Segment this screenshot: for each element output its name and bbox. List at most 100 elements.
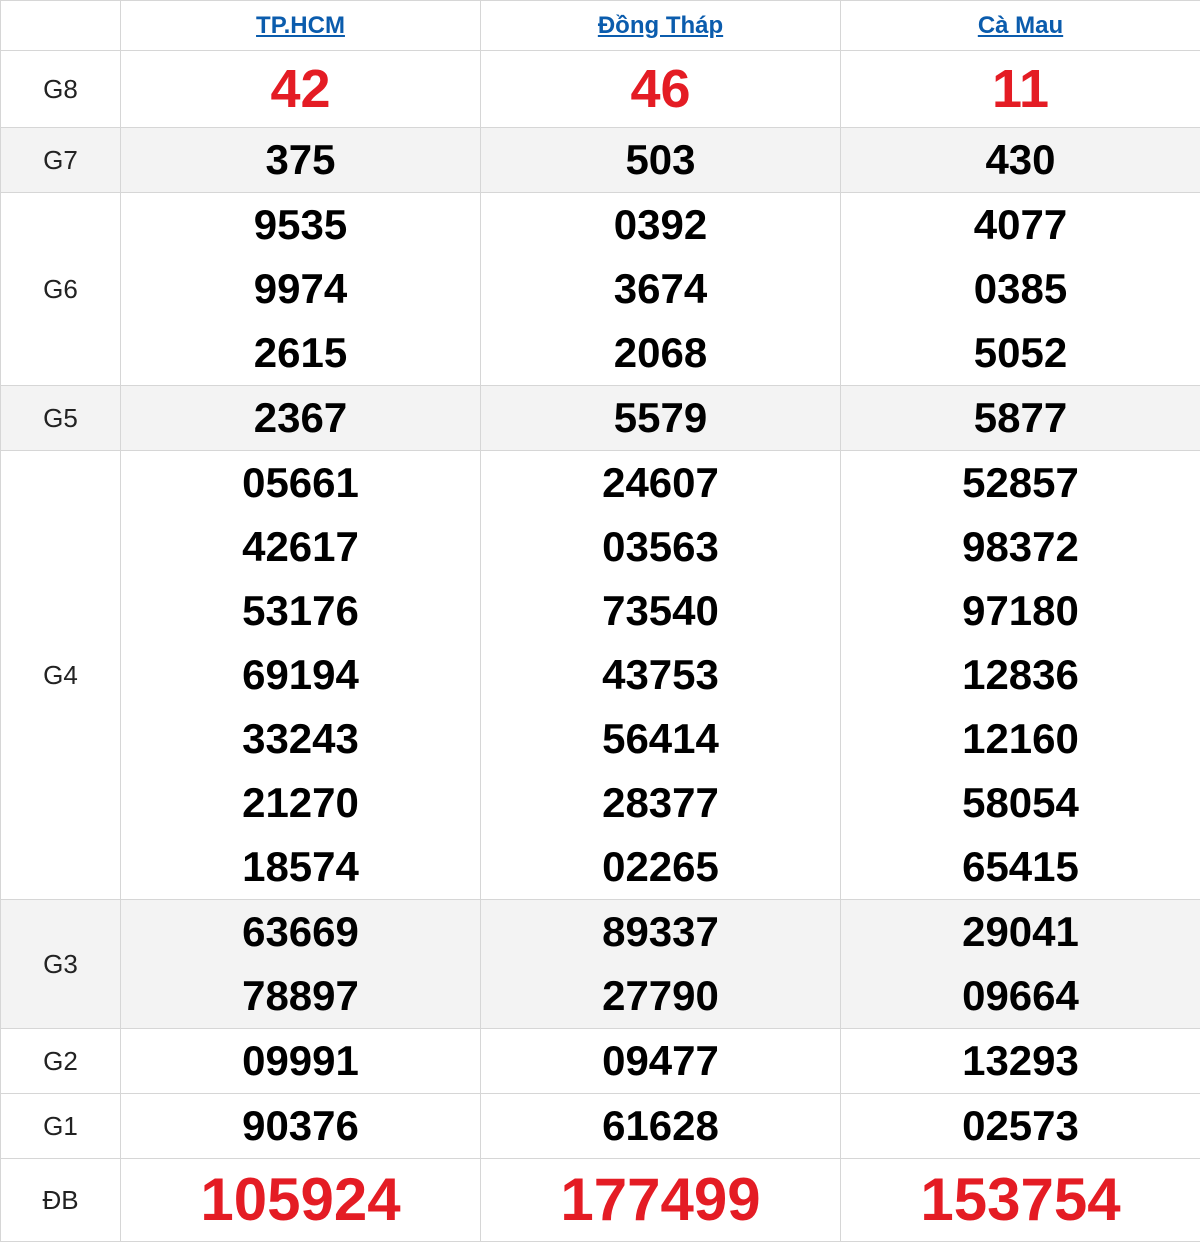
prize-row-g3: G3 63669 78897 89337 27790 29041 09664 [0, 899, 1200, 1029]
prize-row-g1: G1 90376 61628 02573 [0, 1093, 1200, 1159]
prize-label: G3 [0, 899, 121, 1029]
prize-cell: 63669 78897 [120, 899, 481, 1029]
prize-cell: 153754 [840, 1158, 1200, 1242]
province-link-ca-mau[interactable]: Cà Mau [978, 12, 1063, 39]
prize-label: G8 [0, 50, 121, 128]
prize-number: 0385 [973, 265, 1068, 312]
prize-cell: 02573 [840, 1093, 1200, 1159]
prize-row-g6: G6 9535 9974 2615 0392 3674 2068 4077 0385 5052 [0, 192, 1200, 386]
prize-number: 89337 [602, 908, 719, 955]
prize-row-đb: ĐB 105924 177499 153754 [0, 1158, 1200, 1242]
header-cell-province: Cà Mau [840, 0, 1200, 51]
prize-cell: 89337 27790 [480, 899, 841, 1029]
prize-number: 5877 [973, 394, 1068, 441]
prize-number: 46 [630, 59, 691, 119]
prize-cell: 09477 [480, 1028, 841, 1094]
prize-number: 0392 [613, 201, 708, 248]
prize-number: 28377 [602, 779, 719, 826]
prize-cell: 503 [480, 127, 841, 193]
prize-number: 97180 [962, 587, 1079, 634]
prize-cell: 105924 [120, 1158, 481, 1242]
prize-cell: 46 [480, 50, 841, 128]
prize-label: G4 [0, 450, 121, 900]
prize-number: 105924 [200, 1166, 401, 1233]
prize-cell: 375 [120, 127, 481, 193]
prize-number: 09477 [602, 1037, 719, 1084]
prize-number: 21270 [242, 779, 359, 826]
prize-row-g4: G4 05661 42617 53176 69194 33243 21270 18574 246… [0, 450, 1200, 900]
prize-number: 9535 [253, 201, 348, 248]
prize-number: 153754 [920, 1166, 1121, 1233]
prize-cell: 42 [120, 50, 481, 128]
prize-number: 56414 [602, 715, 719, 762]
prize-number: 78897 [242, 972, 359, 1019]
prize-number: 69194 [242, 651, 359, 698]
prize-cell: 24607 03563 73540 43753 56414 28377 02265 [480, 450, 841, 900]
prize-label: G2 [0, 1028, 121, 1094]
results-body: G8 42 46 11 G7 375 503 430 G6 9535 9974 2615 0392 367… [0, 50, 1200, 1242]
prize-cell: 2367 [120, 385, 481, 451]
prize-number: 53176 [242, 587, 359, 634]
prize-label: G7 [0, 127, 121, 193]
lottery-results-table: TP.HCM Đồng Tháp Cà Mau G8 42 46 11 G7 375 503… [0, 0, 1200, 1242]
prize-cell: 90376 [120, 1093, 481, 1159]
prize-label: G1 [0, 1093, 121, 1159]
prize-number: 05661 [242, 459, 359, 506]
prize-number: 61628 [602, 1102, 719, 1149]
prize-number: 27790 [602, 972, 719, 1019]
prize-number: 42 [270, 59, 331, 119]
prize-cell: 09991 [120, 1028, 481, 1094]
prize-number: 33243 [242, 715, 359, 762]
prize-cell: 4077 0385 5052 [840, 192, 1200, 386]
prize-number: 3674 [613, 265, 708, 312]
prize-number: 12160 [962, 715, 1079, 762]
prize-number: 18574 [242, 843, 359, 890]
header-cell-province: Đồng Tháp [480, 0, 841, 51]
prize-label: G6 [0, 192, 121, 386]
prize-number: 177499 [560, 1166, 761, 1233]
prize-cell: 0392 3674 2068 [480, 192, 841, 386]
prize-number: 29041 [962, 908, 1079, 955]
header-cell-province: TP.HCM [120, 0, 481, 51]
prize-cell: 61628 [480, 1093, 841, 1159]
prize-cell: 5877 [840, 385, 1200, 451]
prize-number: 24607 [602, 459, 719, 506]
prize-number: 52857 [962, 459, 1079, 506]
prize-cell: 9535 9974 2615 [120, 192, 481, 386]
prize-number: 2367 [253, 394, 348, 441]
prize-row-g8: G8 42 46 11 [0, 50, 1200, 128]
prize-number: 58054 [962, 779, 1079, 826]
prize-number: 12836 [962, 651, 1079, 698]
prize-row-g5: G5 2367 5579 5877 [0, 385, 1200, 451]
prize-number: 02573 [962, 1102, 1079, 1149]
province-link-tphcm[interactable]: TP.HCM [256, 12, 345, 39]
prize-number: 98372 [962, 523, 1079, 570]
prize-number: 2068 [613, 329, 708, 376]
province-link-dong-thap[interactable]: Đồng Tháp [598, 12, 723, 39]
prize-row-g7: G7 375 503 430 [0, 127, 1200, 193]
prize-number: 5052 [973, 329, 1068, 376]
prize-number: 73540 [602, 587, 719, 634]
header-row: TP.HCM Đồng Tháp Cà Mau [0, 0, 1200, 51]
prize-number: 5579 [613, 394, 708, 441]
prize-row-g2: G2 09991 09477 13293 [0, 1028, 1200, 1094]
prize-number: 4077 [973, 201, 1068, 248]
prize-label: G5 [0, 385, 121, 451]
prize-number: 9974 [253, 265, 348, 312]
prize-cell: 177499 [480, 1158, 841, 1242]
prize-number: 430 [985, 136, 1056, 183]
prize-number: 09991 [242, 1037, 359, 1084]
prize-cell: 29041 09664 [840, 899, 1200, 1029]
prize-cell: 05661 42617 53176 69194 33243 21270 18574 [120, 450, 481, 900]
prize-number: 43753 [602, 651, 719, 698]
prize-label: ĐB [0, 1158, 121, 1242]
prize-cell: 13293 [840, 1028, 1200, 1094]
prize-number: 11 [991, 59, 1050, 119]
prize-number: 13293 [962, 1037, 1079, 1084]
prize-cell: 430 [840, 127, 1200, 193]
prize-cell: 11 [840, 50, 1200, 128]
prize-number: 503 [625, 136, 696, 183]
header-corner-cell [0, 0, 121, 51]
prize-number: 42617 [242, 523, 359, 570]
prize-number: 03563 [602, 523, 719, 570]
